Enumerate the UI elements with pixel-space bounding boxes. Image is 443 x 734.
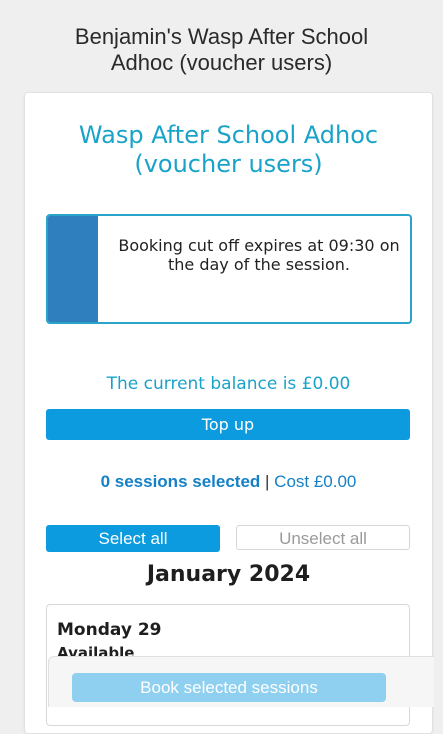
notice-text: Booking cut off expires at 09:30 on the …: [118, 236, 400, 274]
club-title: Wasp After School Adhoc (voucher users): [78, 121, 379, 178]
cutoff-notice: Booking cut off expires at 09:30 on the …: [46, 214, 412, 324]
notice-accent-bar: [48, 216, 98, 322]
page-header: Benjamin's Wasp After School Adhoc (vouc…: [0, 0, 443, 88]
sessions-summary: 0 sessions selected | Cost £0.00: [25, 471, 432, 493]
bottom-action-bar: Book selected sessions: [48, 656, 434, 707]
sessions-count: 0 sessions selected: [100, 472, 261, 491]
day-name: Monday 29: [57, 620, 162, 640]
page-title: Benjamin's Wasp After School Adhoc (vouc…: [74, 24, 369, 75]
top-up-button[interactable]: Top up: [46, 409, 410, 440]
balance-text: The current balance is £0.00: [106, 374, 351, 394]
booking-card: Wasp After School Adhoc (voucher users) …: [24, 92, 433, 734]
book-selected-sessions-button[interactable]: Book selected sessions: [72, 673, 386, 702]
select-all-button[interactable]: Select all: [46, 525, 220, 552]
sessions-cost: Cost £0.00: [274, 472, 357, 491]
month-heading: January 2024: [146, 562, 311, 587]
sessions-separator: |: [260, 472, 275, 491]
unselect-all-button[interactable]: Unselect all: [236, 525, 410, 550]
